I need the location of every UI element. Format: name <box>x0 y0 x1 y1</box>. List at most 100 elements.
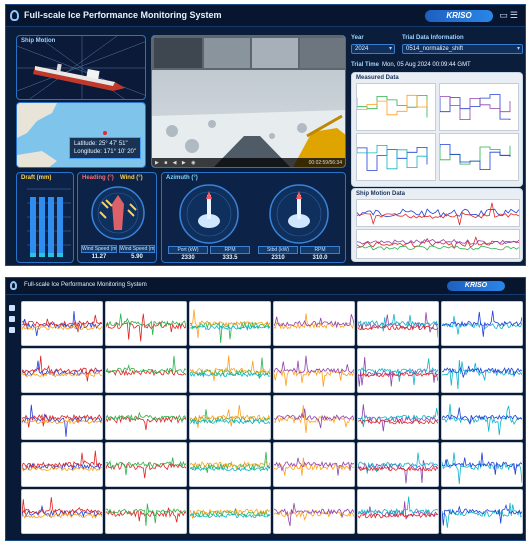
trial-value: 0514_normalize_shift <box>406 46 464 52</box>
video-panel[interactable]: ▶ ■ ◀ ▶ ◉ 00:02:59/56:34 <box>151 35 346 168</box>
tile-trace-c <box>357 512 438 519</box>
chart-tile[interactable] <box>440 347 523 393</box>
coordinate-readout: Latitude: 25° 47' 51" Longitude: 171° 10… <box>68 137 141 159</box>
tile-trace-c <box>189 324 270 331</box>
wind-speed-value-1: 11.27 <box>91 254 107 260</box>
year-label: Year <box>351 35 364 41</box>
tile-trace-b <box>105 313 186 335</box>
measured-data-title: Measured Data <box>356 75 399 81</box>
tile-trace-a <box>441 452 522 484</box>
video-controls-bar[interactable]: ▶ ■ ◀ ▶ ◉ 00:02:59/56:34 <box>152 158 345 167</box>
app-title: Full-scale Ice Performance Monitoring Sy… <box>24 10 222 20</box>
chart-tile[interactable] <box>440 488 523 534</box>
chart-tile[interactable] <box>356 394 439 440</box>
chart-tile[interactable] <box>356 488 439 534</box>
stbd-rpm-value: 310.0 <box>312 255 328 261</box>
app-logo-icon <box>10 10 19 21</box>
tile-trace-b <box>105 457 186 475</box>
chart-tile[interactable] <box>104 300 187 346</box>
ship-motion-view <box>17 36 145 99</box>
tile-trace-b <box>189 309 270 338</box>
window-controls[interactable]: ▭☰ <box>499 10 520 21</box>
tile-trace-a <box>441 359 522 389</box>
year-select[interactable]: 2024 ▾ <box>351 44 395 54</box>
video-playback-icons[interactable]: ▶ ■ ◀ ▶ ◉ <box>155 160 197 166</box>
chart-tile[interactable] <box>188 394 271 440</box>
azimuth-panel: Azimuth (°) Port (kW) RPM Stbd (kW) RPM … <box>161 172 346 263</box>
chart-tile[interactable] <box>440 300 523 346</box>
ship-motion-panel: Ship Motion <box>16 35 146 100</box>
chart-tile[interactable] <box>272 488 355 534</box>
chart-tile[interactable] <box>104 488 187 534</box>
tile-trace-b <box>357 358 438 385</box>
tile-trace-c <box>21 372 102 378</box>
chart-tile[interactable] <box>440 394 523 440</box>
chart-tile[interactable] <box>272 347 355 393</box>
measured-chart-3 <box>356 133 436 181</box>
stbd-power-label: Stbd (kW) <box>258 246 298 254</box>
draft-bars <box>27 188 71 257</box>
tile-trace-b <box>273 408 354 428</box>
menu-icon[interactable]: ☰ <box>510 10 520 20</box>
tile-trace-b <box>21 355 102 382</box>
trial-select[interactable]: 0514_normalize_shift ▾ <box>402 44 523 54</box>
layout-icon[interactable] <box>9 305 15 311</box>
add-icon[interactable] <box>9 316 15 322</box>
chart-tile[interactable] <box>188 347 271 393</box>
tile-trace-b <box>441 310 522 337</box>
year-value: 2024 <box>355 46 369 52</box>
tile-trace-c <box>189 513 270 519</box>
window-icon[interactable]: ▭ <box>499 10 510 20</box>
chart-tile[interactable] <box>104 441 187 487</box>
chevron-down-icon: ▾ <box>388 46 392 52</box>
draft-bar-3 <box>48 197 54 253</box>
tile-trace-c <box>21 512 102 519</box>
motion-chart-top <box>356 199 520 227</box>
tile-trace-b <box>21 496 102 515</box>
settings-icon[interactable] <box>9 327 15 333</box>
azimuth-dials <box>179 184 329 244</box>
chart-tile[interactable] <box>188 441 271 487</box>
chart-tile[interactable] <box>272 394 355 440</box>
ship-motion-data-panel: Ship Motion Data <box>351 188 523 262</box>
chart-tile[interactable] <box>188 488 271 534</box>
wind-speed-value-2: 5.90 <box>131 254 143 260</box>
chart-tile[interactable] <box>20 441 103 487</box>
multi-chart-screen: Full-scale Ice Performance Monitoring Sy… <box>5 277 526 541</box>
chart-tile[interactable] <box>20 347 103 393</box>
draft-bar-4 <box>57 197 63 253</box>
motion-trace-red <box>356 202 520 226</box>
chart-tile[interactable] <box>20 300 103 346</box>
trial-info-label: Trial Data Information <box>402 35 464 41</box>
chart-tile[interactable] <box>188 300 271 346</box>
measured-trace-a <box>356 147 428 171</box>
trial-time-value: Mon, 05 Aug 2024 00:09:44 GMT <box>382 62 471 68</box>
measured-chart-4 <box>439 133 519 181</box>
chart-tile[interactable] <box>356 300 439 346</box>
ship-motion-data-title: Ship Motion Data <box>356 191 405 197</box>
stbd-azimuth-dial <box>269 184 329 244</box>
chart-tile[interactable] <box>440 441 523 487</box>
stbd-power-value: 2310 <box>271 255 285 261</box>
chart-tile[interactable] <box>104 394 187 440</box>
chart-tile[interactable] <box>20 488 103 534</box>
chart-tile[interactable] <box>356 347 439 393</box>
kriso-logo: KRISO <box>425 10 493 22</box>
map-panel[interactable]: Latitude: 25° 47' 51" Longitude: 171° 10… <box>16 102 146 168</box>
motion-trace-green <box>356 245 520 251</box>
chart-tile[interactable] <box>20 394 103 440</box>
chart-tile[interactable] <box>272 300 355 346</box>
motion-chart-bottom <box>356 229 520 259</box>
heading-label: Heading (°) <box>82 175 114 181</box>
tile-trace-a <box>273 368 354 387</box>
side-toolbar[interactable] <box>9 305 16 338</box>
measured-chart-2 <box>439 83 519 131</box>
port-rpm-label: RPM <box>210 246 250 254</box>
tile-trace-c <box>21 418 102 425</box>
chart-tile[interactable] <box>272 441 355 487</box>
chart-tile[interactable] <box>104 347 187 393</box>
chart-tile[interactable] <box>356 441 439 487</box>
wind-speed-label-2: Wind Speed (m/s) <box>119 245 155 253</box>
latitude-text: Latitude: 25° 47' 51" <box>73 141 128 147</box>
tile-trace-c <box>357 324 438 331</box>
